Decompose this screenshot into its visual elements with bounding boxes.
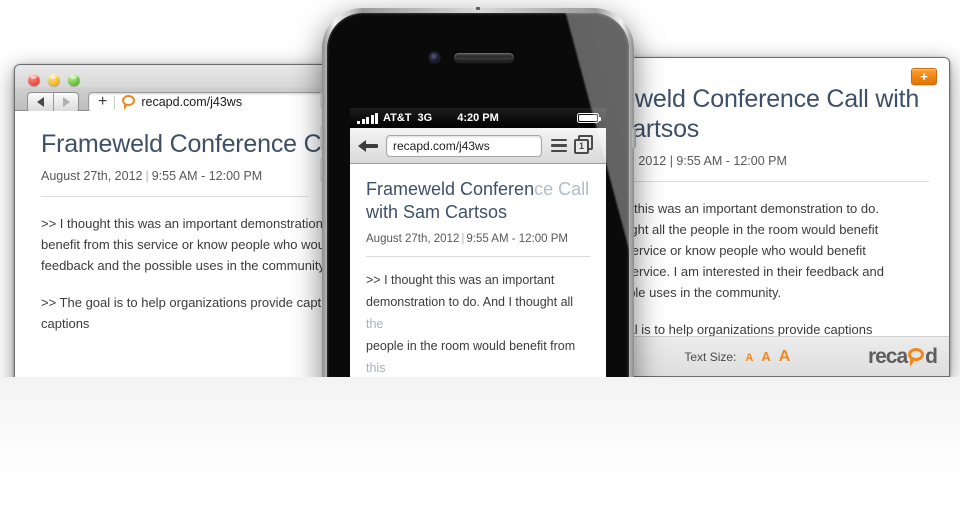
volume-down-button[interactable] — [320, 158, 324, 182]
triangle-left-icon — [37, 97, 44, 107]
address-bar-url: recapd.com/j43ws — [141, 95, 243, 109]
tabs-icon[interactable]: 1 — [574, 134, 598, 157]
text-size-medium-button[interactable]: A — [761, 349, 770, 364]
mobile-title-dim: ce Call — [534, 179, 590, 199]
mobile-transcript-line: people in the room would benefit from th… — [366, 339, 576, 375]
mobile-page-title: Frameweld Conference Call with Sam Carts… — [366, 178, 590, 224]
zoom-button[interactable] — [68, 74, 80, 86]
add-button[interactable]: + — [911, 68, 937, 85]
mobile-date: August 27th, 2012 — [366, 233, 460, 245]
transcript-paragraph-2: >> The goal is to help organizations pro… — [41, 295, 335, 331]
widget-paragraph-1: thought this was an important demonstrat… — [587, 198, 929, 303]
widget-line: thought this was an important demonstrat… — [587, 201, 879, 216]
battery-full-icon — [577, 113, 601, 123]
back-arrow-icon[interactable] — [358, 136, 380, 156]
transcript-paragraph-1: >> I thought this was an important demon… — [41, 216, 335, 273]
mobile-transcript-line: >> I thought this was an important — [366, 273, 555, 287]
widget-title-line1: ameweld Conference Call with — [587, 85, 920, 113]
mobile-divider — [366, 256, 590, 257]
widget-title-line2: m Cartsos — [587, 115, 700, 143]
widget-line: m this service. I am interested in their… — [587, 264, 884, 279]
desktop-browser-window: + recapd.com/j43ws Frameweld Conference … — [14, 64, 336, 377]
mobile-address-bar-url: recapd.com/j43ws — [393, 138, 490, 153]
mobile-transcript-line: demonstration to do. And I thought all t… — [366, 295, 574, 331]
screenshot-stage: + ameweld Conference Call with m Cartsos… — [0, 0, 960, 519]
earpiece-speaker-icon — [454, 53, 514, 62]
text-size-label: Text Size: — [684, 349, 737, 364]
page-divider — [41, 196, 309, 197]
device-collage: + ameweld Conference Call with m Cartsos… — [0, 0, 960, 377]
mobile-transcript: >> I thought this was an important demon… — [366, 269, 590, 377]
text-size-control: Text Size: A A A — [684, 348, 798, 366]
page-title: Frameweld Conference Call with Sam Carts… — [41, 130, 335, 158]
iphone-device: AT&T 3G 4:20 PM recapd.com/j43ws 1 Frame… — [320, 7, 636, 377]
widget-line: d I thought all the people in the room w… — [587, 222, 879, 237]
mobile-page-meta: August 27th, 2012 | 9:55 AM - 12:00 PM — [366, 233, 590, 245]
page-date: August 27th, 2012 — [41, 169, 143, 183]
iphone-screen: AT&T 3G 4:20 PM recapd.com/j43ws 1 Frame… — [350, 108, 606, 377]
nav-button-group — [27, 91, 79, 113]
mobile-time: 9:55 AM - 12:00 PM — [466, 233, 568, 245]
close-button[interactable] — [28, 74, 40, 86]
text-size-small-button[interactable]: A — [745, 352, 753, 364]
browser-chrome: + recapd.com/j43ws — [15, 65, 335, 113]
tab-count: 1 — [574, 138, 589, 154]
toolbar-divider — [114, 95, 116, 109]
hamburger-menu-icon[interactable] — [546, 138, 572, 153]
desktop-page-viewport: Frameweld Conference Call with Sam Carts… — [15, 111, 335, 377]
back-button[interactable] — [28, 93, 53, 112]
new-tab-button[interactable]: + — [95, 94, 114, 110]
volume-up-button[interactable] — [320, 126, 324, 150]
page-meta: August 27th, 2012 | 9:55 AM - 12:00 PM — [41, 169, 309, 183]
mobile-page-content: Frameweld Conference Call with Sam Carts… — [350, 164, 606, 377]
recapd-logo: reca d — [867, 344, 938, 369]
logo-text-right: d — [925, 344, 938, 368]
logo-text-left: reca — [867, 344, 908, 368]
bottom-fade-area — [0, 377, 960, 519]
status-time: 4:20 PM — [457, 112, 499, 124]
mobile-title-line2: with Sam Cartsos — [366, 202, 508, 222]
mobile-address-bar[interactable]: recapd.com/j43ws — [386, 134, 542, 157]
page-time: 9:55 AM - 12:00 PM — [151, 169, 263, 183]
minimize-button[interactable] — [48, 74, 60, 86]
recapd-bubble-icon — [122, 95, 136, 110]
mobile-title-strong: Frameweld Conferen — [366, 179, 535, 199]
desktop-page-content: Frameweld Conference Call with Sam Carts… — [15, 111, 335, 334]
mobile-browser-chrome: recapd.com/j43ws 1 — [350, 128, 606, 164]
widget-meta: ust 27th, 2012 | 9:55 AM - 12:00 PM — [587, 154, 787, 168]
iphone-front-face: AT&T 3G 4:20 PM recapd.com/j43ws 1 Frame… — [327, 13, 629, 377]
forward-button[interactable] — [53, 92, 78, 112]
mute-switch[interactable] — [320, 92, 324, 108]
recapd-bubble-icon — [908, 347, 925, 367]
meta-separator: | — [145, 169, 149, 183]
address-bar[interactable]: + recapd.com/j43ws — [88, 91, 325, 113]
widget-line: e possible uses in the community. — [587, 285, 782, 300]
mic-hole-icon — [476, 7, 480, 10]
widget-divider — [587, 181, 929, 182]
browser-toolbar: + recapd.com/j43ws — [27, 91, 325, 113]
sim-tray — [632, 128, 636, 148]
window-traffic-lights — [28, 74, 80, 86]
front-camera-icon — [430, 53, 439, 62]
triangle-right-icon — [62, 97, 70, 107]
text-size-large-button[interactable]: A — [779, 348, 791, 366]
widget-line: m this service or know people who would … — [587, 243, 866, 258]
ios-status-bar: AT&T 3G 4:20 PM — [350, 108, 606, 128]
